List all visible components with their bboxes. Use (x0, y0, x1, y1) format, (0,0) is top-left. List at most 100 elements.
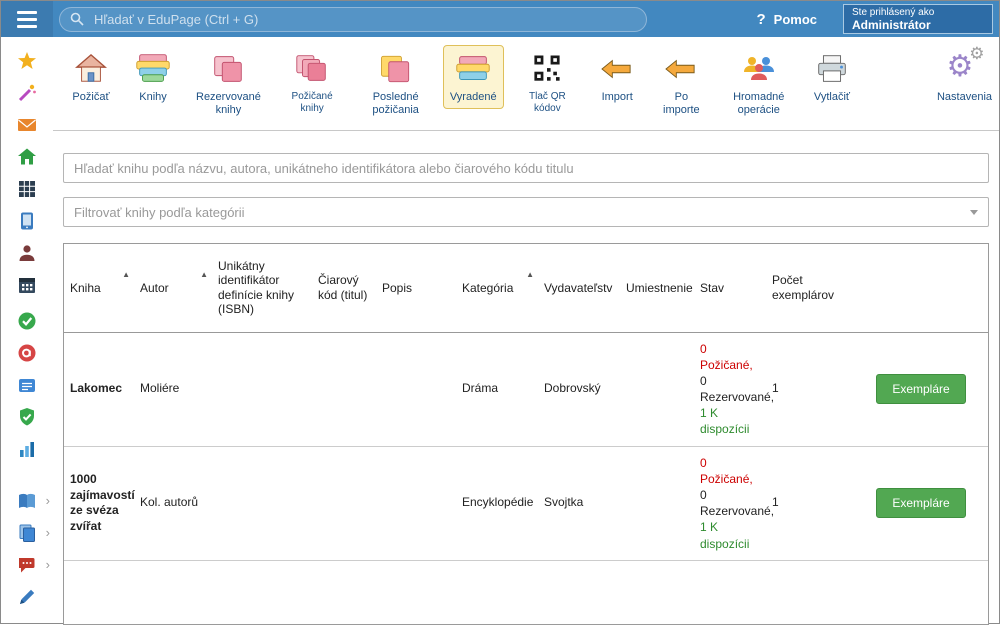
toolbar-item-po-importe[interactable]: Po importe (651, 45, 711, 121)
col-header-kniha[interactable]: Kniha▲ (64, 244, 134, 332)
toolbar-item-nastavenia[interactable]: ⚙⚙ Nastavenia (930, 45, 999, 109)
blue-card-icon (17, 375, 37, 395)
exemplare-button[interactable]: Exempláre (876, 488, 965, 518)
cell-autor: Kol. autorů (134, 446, 212, 560)
global-search-input[interactable] (92, 11, 636, 28)
toolbar-item-posledne-pozicania[interactable]: Posledné požičania (356, 45, 434, 121)
toolbar-item-pozicat[interactable]: Požičať (65, 45, 117, 109)
group-people-icon (739, 49, 779, 89)
toolbar-item-knihy[interactable]: Knihy (125, 45, 181, 109)
printer-icon (813, 49, 851, 89)
open-book-icon (17, 491, 37, 511)
toolbar-item-hromadne-operacie[interactable]: Hromadné operácie (720, 45, 798, 121)
edupage-library-screen: ? Pomoc Ste prihlásený ako Administrátor (0, 0, 1000, 624)
status-available: 1 K dispozícii (700, 520, 749, 550)
red-badge-icon (17, 343, 37, 363)
table-row: 1000 zajímavostí ze svéza zvířat Kol. au… (64, 446, 988, 560)
exemplare-button[interactable]: Exempláre (876, 374, 965, 404)
status-borrowed: 0 Požičané, (700, 456, 753, 486)
sidebar-item-home[interactable] (1, 141, 53, 173)
col-header-umiestnenie[interactable]: Umiestnenie (620, 244, 694, 332)
envelope-icon (17, 115, 37, 135)
cell-popis (376, 446, 456, 560)
col-header-vydavatelstvo[interactable]: Vydavateľstv (538, 244, 620, 332)
bar-chart-icon (17, 439, 37, 459)
global-search[interactable] (59, 7, 647, 32)
tablet-icon (17, 211, 37, 231)
pages-icon (17, 523, 37, 543)
sidebar-item-attendance[interactable] (1, 305, 53, 337)
chat-icon (17, 555, 37, 575)
sidebar-item-messages[interactable] (1, 109, 53, 141)
help-label: Pomoc (774, 12, 817, 27)
sidebar-item-wizard[interactable] (1, 77, 53, 109)
toolbar-item-tlac-qr-kodov[interactable]: Tlač QR kódov (512, 45, 584, 119)
magic-wand-icon (17, 83, 37, 103)
calendar-icon (17, 275, 37, 295)
main-content: Filtrovať knihy podľa kategórii Kniha▲ A… (53, 131, 999, 623)
sidebar-item-favorites[interactable] (1, 45, 53, 77)
chevron-right-icon: › (46, 557, 50, 572)
hamburger-menu-button[interactable] (1, 1, 53, 37)
sidebar: › › › (1, 37, 53, 623)
sidebar-item-editor[interactable] (1, 581, 53, 613)
status-borrowed: 0 Požičané, (700, 342, 753, 372)
toolbar-item-import[interactable]: Import (591, 45, 643, 109)
sidebar-item-calendar[interactable] (1, 269, 53, 301)
sidebar-item-documents[interactable]: › (1, 517, 53, 549)
chevron-right-icon: › (46, 525, 50, 540)
toolbar-item-vyradene[interactable]: Vyradené (443, 45, 504, 109)
sidebar-item-timetable[interactable] (1, 173, 53, 205)
pen-icon (17, 587, 37, 607)
sidebar-item-results[interactable] (1, 433, 53, 465)
chevron-right-icon: › (46, 493, 50, 508)
category-filter-placeholder: Filtrovať knihy podľa kategórii (74, 205, 245, 220)
discarded-stack-icon (452, 49, 494, 89)
help-icon: ? (756, 11, 765, 28)
toolbar-item-rezervovane-knihy[interactable]: Rezervované knihy (189, 45, 268, 121)
table-row: Lakomec Moliére Dráma Dobrovský 0 Požiča… (64, 332, 988, 446)
status-reserved: 0 Rezervované, (700, 488, 774, 518)
topbar: ? Pomoc Ste prihlásený ako Administrátor (1, 1, 999, 37)
sidebar-item-devices[interactable] (1, 205, 53, 237)
sidebar-item-payments[interactable] (1, 369, 53, 401)
sidebar-item-security[interactable] (1, 401, 53, 433)
col-header-ciarovy-kod[interactable]: Čiarový kód (titul) (312, 244, 376, 332)
book-search-input[interactable] (63, 153, 989, 183)
col-header-pocet-exemplarov[interactable]: Počet exemplárov (766, 244, 852, 332)
cell-autor: Moliére (134, 332, 212, 446)
qr-code-icon (529, 49, 565, 89)
cell-pocet-exemplarov: 1 (766, 332, 852, 446)
sort-asc-icon: ▲ (526, 270, 534, 280)
col-header-isbn[interactable]: Unikátny identifikátor definície knihy (… (212, 244, 312, 332)
sidebar-item-agenda[interactable] (1, 337, 53, 369)
import-arrow-icon (598, 49, 636, 89)
logged-in-box[interactable]: Ste prihlásený ako Administrátor (843, 4, 993, 34)
toolbar-item-pozicane-knihy[interactable]: Požičané knihy (276, 45, 349, 119)
status-available: 1 K dispozícii (700, 406, 749, 436)
category-filter-select[interactable]: Filtrovať knihy podľa kategórii (63, 197, 989, 227)
cell-pocet-exemplarov: 1 (766, 446, 852, 560)
cell-ciarovy-kod (312, 446, 376, 560)
col-header-kategoria[interactable]: Kategória▲ (456, 244, 538, 332)
library-toolbar: Požičať Knihy Rezervované knihy Požičané… (53, 37, 999, 131)
check-circle-icon (17, 311, 37, 331)
col-header-stav[interactable]: Stav (694, 244, 766, 332)
star-icon (17, 51, 37, 71)
sidebar-item-communication[interactable]: › (1, 549, 53, 581)
cell-kategoria: Encyklopédie (456, 446, 538, 560)
cell-kniha: 1000 zajímavostí ze svéza zvířat (64, 446, 134, 560)
cell-ciarovy-kod (312, 332, 376, 446)
sidebar-item-library[interactable]: › (1, 485, 53, 517)
reserved-books-icon (209, 49, 247, 89)
sort-asc-icon: ▲ (200, 270, 208, 280)
col-header-autor[interactable]: Autor▲ (134, 244, 212, 332)
col-header-actions (852, 244, 988, 332)
search-icon (70, 12, 84, 26)
cell-kniha: Lakomec (64, 332, 134, 446)
col-header-popis[interactable]: Popis (376, 244, 456, 332)
help-button[interactable]: ? Pomoc (756, 11, 817, 28)
sidebar-item-profile[interactable] (1, 237, 53, 269)
toolbar-item-vytlacit[interactable]: Vytlačiť (806, 45, 858, 109)
cell-isbn (212, 332, 312, 446)
